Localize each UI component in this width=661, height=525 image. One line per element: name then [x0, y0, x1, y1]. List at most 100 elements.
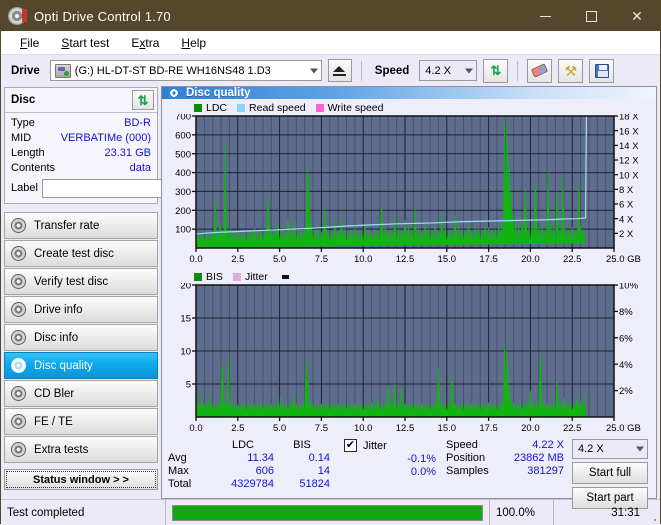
sidebar-item-label: Extra tests [34, 443, 89, 456]
nav-list: Transfer rate Create test disc Verify te… [4, 212, 158, 463]
disc-refresh-button[interactable]: ⇅ [132, 90, 154, 110]
bis-chart-wrap: BIS Jitter 5 10 15 20 2% 4% 6% 8% 10% 0.0 2.5 5.0 7.… [162, 268, 656, 435]
status-window-button[interactable]: Status window > > [4, 469, 158, 490]
sidebar-item-transfer-rate[interactable]: Transfer rate [4, 212, 158, 239]
svg-text:6%: 6% [619, 333, 633, 344]
disc-icon [11, 218, 26, 233]
menu-file[interactable]: File [9, 34, 50, 52]
stats-panel: LDC BIS Avg 11.34 0.14 Max 606 14 Total … [162, 435, 656, 509]
ldc-chart[interactable]: 100 200 300 400 500 600 700 2 X 4 X 6 X 8 X 10 X 12 … [164, 114, 654, 266]
svg-text:14 X: 14 X [619, 141, 639, 152]
disc-quality-panel: Disc quality LDC Read speed Write speed … [161, 86, 657, 509]
sidebar-item-create-test-disc[interactable]: Create test disc [4, 240, 158, 267]
svg-text:15.0: 15.0 [438, 254, 457, 265]
minimize-button[interactable] [522, 1, 568, 31]
svg-text:10.0: 10.0 [354, 423, 373, 434]
refresh-icon: ⇅ [137, 92, 149, 108]
chevron-down-icon [309, 68, 318, 73]
stats-max-ldc: 606 [255, 465, 274, 477]
svg-text:500: 500 [175, 149, 191, 160]
sidebar-item-verify-test-disc[interactable]: Verify test disc [4, 268, 158, 295]
drive-select[interactable]: (G:) HL-DT-ST BD-RE WH16NS48 1.D3 [49, 60, 322, 81]
sidebar-item-fe-te[interactable]: FE / TE [4, 408, 158, 435]
position-stat-value: 23862 MB [513, 452, 564, 464]
refresh-icon: ⇅ [490, 63, 502, 78]
svg-text:16 X: 16 X [619, 126, 639, 137]
sidebar-item-cd-bler[interactable]: CD Bler [4, 380, 158, 407]
sidebar-item-disc-info[interactable]: Disc info [4, 324, 158, 351]
main-content: Disc quality LDC Read speed Write speed … [161, 86, 660, 509]
sidebar-item-disc-quality[interactable]: Disc quality [4, 352, 158, 379]
wrench-icon: ⚒ [564, 62, 578, 79]
speed-select[interactable]: 4.2 X [419, 60, 478, 81]
svg-text:20.0: 20.0 [521, 254, 540, 265]
close-button[interactable]: ✕ [614, 1, 660, 31]
samples-stat-value: 381297 [527, 465, 564, 477]
menu-help[interactable]: Help [170, 34, 217, 52]
toolbar-divider-1 [360, 60, 362, 81]
stats-row-label-max: Max [168, 465, 189, 477]
tools-button[interactable]: ⚒ [558, 58, 584, 83]
svg-text:25.0 GB: 25.0 GB [606, 423, 641, 434]
disc-value-type: BD-R [124, 117, 151, 129]
disc-icon [11, 246, 26, 261]
legend-label-jitter: Jitter [244, 270, 268, 283]
stats-header-bis: BIS [293, 439, 311, 451]
menu-start-test[interactable]: Start test [50, 34, 120, 52]
progress-bar [172, 504, 483, 521]
save-button[interactable] [589, 58, 615, 83]
chevron-down-icon [636, 446, 644, 452]
svg-text:12.5: 12.5 [396, 423, 415, 434]
stats-avg-ldc: 11.34 [247, 452, 274, 464]
svg-text:600: 600 [175, 130, 191, 141]
stats-row-label-total: Total [168, 478, 192, 490]
svg-text:2.5: 2.5 [231, 254, 244, 265]
svg-text:20.0: 20.0 [521, 423, 540, 434]
legend-swatch-ldc [194, 103, 202, 112]
toolbar-divider-2 [517, 60, 519, 81]
left-sidebar: Disc ⇅ Type BD-R MID VERBATIMe (000) Len… [1, 86, 246, 499]
speed-select-value: 4.2 X [425, 64, 451, 77]
eject-button[interactable] [327, 59, 352, 82]
start-full-button[interactable]: Start full [572, 462, 648, 484]
sidebar-item-label: Disc quality [34, 359, 93, 372]
jitter-max-value: 0.0% [410, 466, 436, 478]
menu-extra[interactable]: Extra [120, 34, 170, 52]
svg-text:17.5: 17.5 [479, 423, 498, 434]
menu-bar: File Start test Extra Help [1, 31, 660, 55]
sidebar-item-drive-info[interactable]: Drive info [4, 296, 158, 323]
maximize-button[interactable] [568, 1, 614, 31]
svg-text:7.5: 7.5 [315, 423, 328, 434]
status-text: Test completed [1, 500, 166, 525]
svg-text:100: 100 [175, 225, 191, 236]
jitter-checkbox[interactable]: ✔ [344, 439, 357, 452]
sidebar-item-extra-tests[interactable]: Extra tests [4, 436, 158, 463]
disc-row-contents: Contents data [11, 161, 151, 176]
svg-text:5.0: 5.0 [273, 254, 286, 265]
sidebar-item-label: Create test disc [34, 247, 114, 260]
disc-icon [11, 274, 26, 289]
bis-chart[interactable]: 5 10 15 20 2% 4% 6% 8% 10% 0.0 2.5 5.0 7.5 10.0 12.5 15… [164, 283, 654, 435]
sidebar-item-label: Transfer rate [34, 219, 100, 232]
refresh-button[interactable]: ⇅ [483, 58, 509, 83]
erase-button[interactable] [527, 58, 553, 83]
sidebar-item-label: Disc info [34, 331, 79, 344]
sidebar-item-label: Drive info [34, 303, 83, 316]
resize-grip[interactable] [646, 500, 660, 525]
panel-header: Disc quality [162, 87, 656, 99]
svg-text:300: 300 [175, 187, 191, 198]
stats-max-bis: 14 [317, 465, 330, 477]
drive-label: Drive [11, 64, 40, 77]
svg-text:22.5: 22.5 [563, 254, 582, 265]
jitter-stats: ✔ Jitter -0.1% 0.0% [344, 439, 436, 478]
test-speed-select[interactable]: 4.2 X [572, 439, 648, 459]
progress-cell [166, 500, 490, 525]
stats-header-ldc: LDC [231, 439, 254, 451]
svg-text:0.0: 0.0 [189, 423, 202, 434]
legend-swatch-jitter [232, 272, 241, 281]
window-title: Opti Drive Control 1.70 [34, 8, 171, 24]
disc-value-length: 23.31 GB [104, 147, 151, 159]
svg-text:5: 5 [186, 380, 191, 391]
drive-select-value: (G:) HL-DT-ST BD-RE WH16NS48 1.D3 [74, 64, 271, 77]
disc-quality-icon [168, 87, 180, 99]
